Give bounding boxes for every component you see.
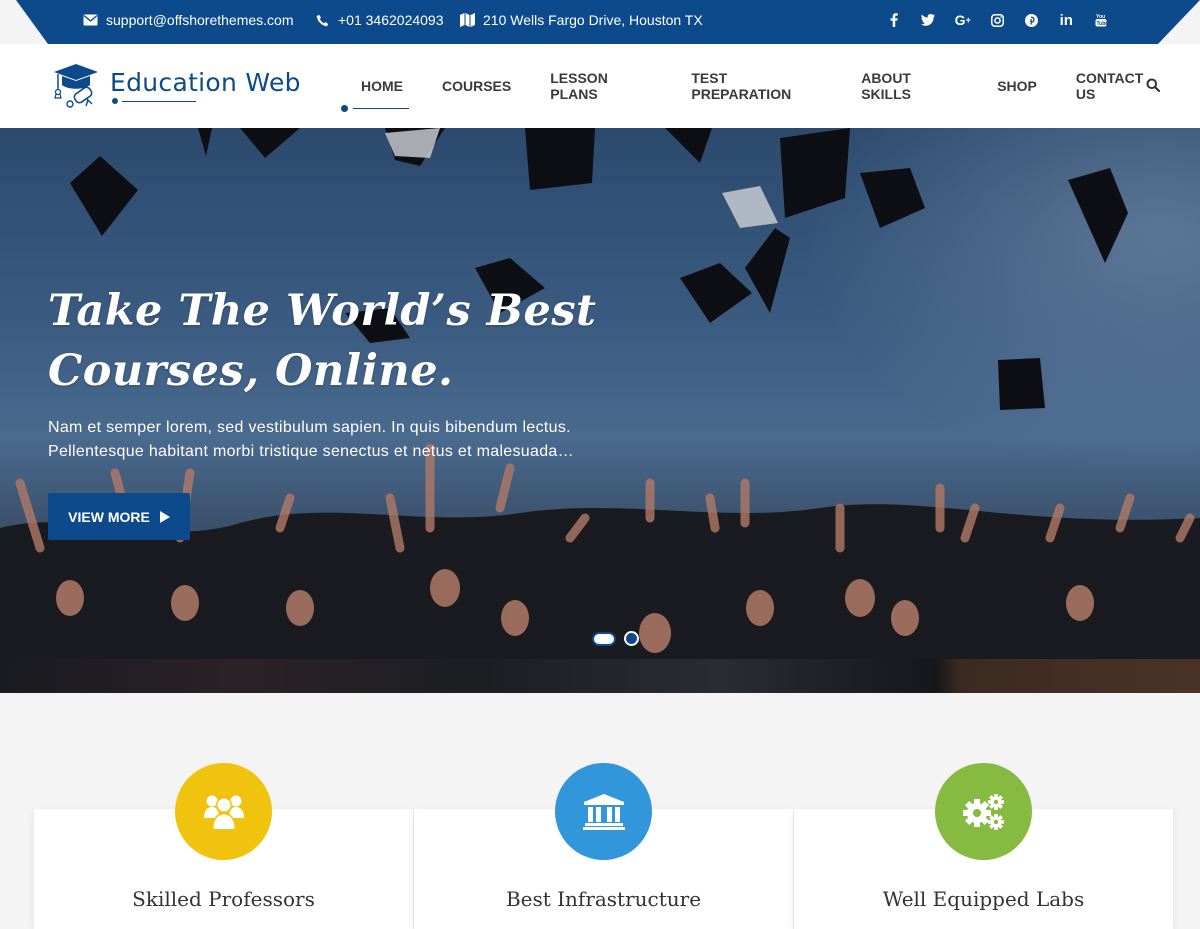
bank-icon (582, 793, 625, 830)
feature-title: Well Equipped Labs (882, 887, 1085, 911)
envelope-icon (82, 12, 98, 28)
contact-address: 210 Wells Fargo Drive, Houston TX (459, 0, 703, 40)
social-links: G + in You Tube (877, 0, 1119, 40)
nav-courses[interactable]: COURSES (442, 44, 511, 128)
feature-title: Skilled Professors (132, 887, 315, 911)
contact-phone-text: +01 3462024093 (338, 12, 444, 28)
nav-about-skills-label: ABOUT SKILLS (861, 70, 911, 102)
facebook-icon[interactable] (877, 0, 912, 40)
nav-shop[interactable]: SHOP (997, 44, 1037, 128)
contact-email[interactable]: support@offshorethemes.com (82, 0, 294, 40)
view-more-label: VIEW MORE (68, 508, 150, 525)
instagram-icon[interactable] (980, 0, 1015, 40)
hero-description: Nam et semper lorem, sed vestibulum sapi… (48, 416, 628, 464)
nav-lesson-plans[interactable]: LESSON PLANS (550, 44, 652, 128)
active-nav-indicator (341, 105, 409, 113)
contact-email-text: support@offshorethemes.com (106, 12, 294, 28)
linkedin-icon[interactable]: in (1049, 0, 1084, 40)
map-icon (459, 12, 475, 28)
users-icon (203, 795, 244, 830)
contact-address-text: 210 Wells Fargo Drive, Houston TX (483, 12, 703, 28)
feature-icon-circle-green (935, 763, 1032, 860)
feature-icon-circle-yellow (175, 763, 272, 860)
nav-test-preparation[interactable]: TEST PREPARATION (691, 44, 822, 128)
nav-home[interactable]: HOME (341, 44, 409, 128)
gears-icon (962, 793, 1004, 830)
svg-text:Tube: Tube (1096, 21, 1107, 27)
hero-title-line-1: Take The World’s Best (48, 286, 597, 336)
nav-about-skills[interactable]: ABOUT SKILLS (861, 44, 958, 128)
search-icon[interactable] (1146, 78, 1162, 94)
top-contact-bar: support@offshorethemes.com +01 346202409… (0, 0, 1200, 44)
hero-caps-decoration (0, 128, 1200, 693)
slider-dot-2[interactable] (624, 631, 639, 646)
site-logo[interactable]: Education Web (50, 62, 310, 112)
hero-title: Take The World’s Best Courses, Online. (48, 281, 596, 401)
youtube-icon[interactable]: You Tube (1084, 0, 1119, 40)
slider-pagination (592, 631, 639, 646)
twitter-icon[interactable] (911, 0, 946, 40)
site-header: Education Web HOME COURSES LESSON PLANS … (0, 44, 1200, 128)
view-more-button[interactable]: VIEW MORE (48, 493, 190, 540)
pinterest-icon[interactable] (1015, 0, 1050, 40)
feature-title: Best Infrastructure (505, 887, 702, 911)
slider-dot-1-active[interactable] (592, 631, 616, 646)
hero-description-line-1: Nam et semper lorem, sed vestibulum sapi… (48, 419, 571, 436)
phone-icon (314, 12, 330, 28)
features-section: Skilled Professors Best Infrastructure W… (0, 693, 1200, 929)
logo-title: Education Web (110, 68, 301, 97)
hero-slider: Take The World’s Best Courses, Online. N… (0, 128, 1200, 693)
hero-title-line-2: Courses, Online. (48, 346, 454, 396)
hero-image-strip (0, 659, 1200, 693)
graduation-cap-icon (50, 60, 104, 114)
nav-lesson-plans-label: LESSON PLANS (550, 70, 608, 102)
play-arrow-icon (159, 510, 170, 523)
nav-shop-label: SHOP (997, 78, 1037, 94)
logo-underline (110, 97, 301, 105)
nav-test-preparation-label: TEST PREPARATION (691, 70, 792, 102)
nav-home-label: HOME (361, 78, 403, 94)
nav-courses-label: COURSES (442, 78, 512, 94)
contact-phone[interactable]: +01 3462024093 (314, 0, 444, 40)
feature-icon-circle-blue (555, 763, 652, 860)
main-navigation: HOME COURSES LESSON PLANS TEST PREPARATI… (341, 44, 1200, 128)
google-plus-icon[interactable]: G + (946, 0, 981, 40)
hero-description-line-2: Pellentesque habitant morbi tristique se… (48, 443, 574, 460)
